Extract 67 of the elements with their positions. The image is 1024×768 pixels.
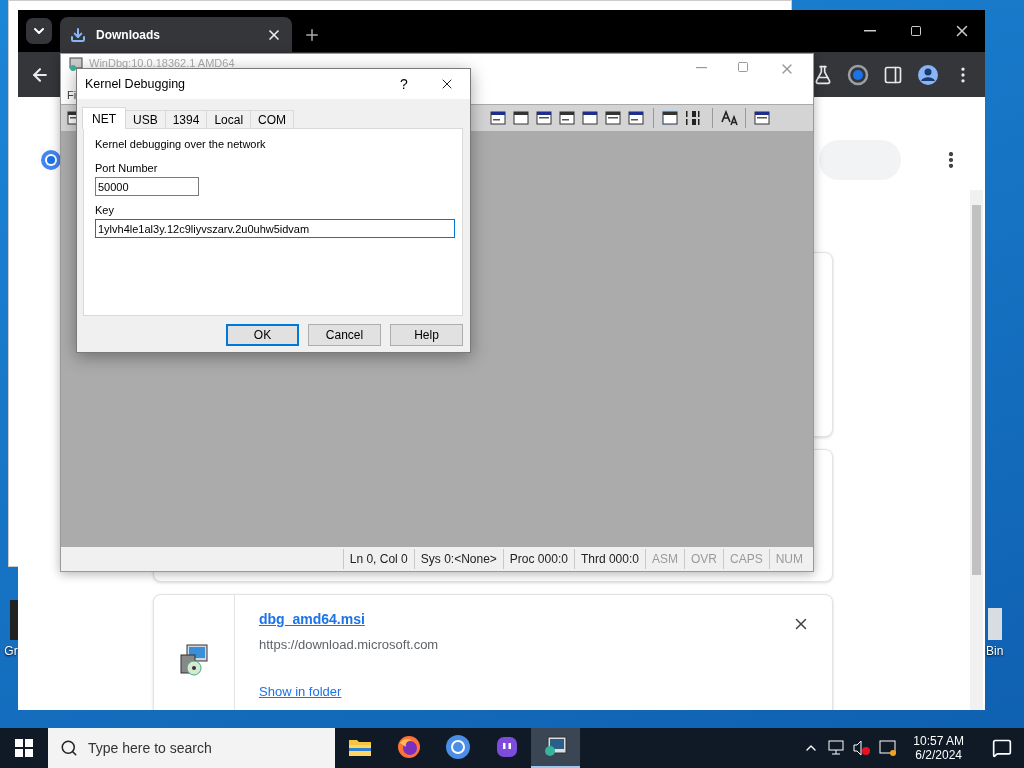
side-panel-icon[interactable] <box>883 64 903 85</box>
toolbar-icon[interactable] <box>536 110 552 126</box>
source-url: https://download.microsoft.com <box>259 637 439 652</box>
minimize-icon <box>864 30 876 32</box>
status-field: Ln 0, Col 0 <box>342 549 414 569</box>
input-field[interactable]: 1ylvh4le1al3y.12c9liyvszarv.2u0uhw5idvam <box>95 219 455 238</box>
toolbar-icon[interactable] <box>628 110 644 126</box>
maximize-icon <box>910 25 922 37</box>
tab-search-button[interactable] <box>26 18 52 44</box>
network-icon[interactable] <box>827 740 846 756</box>
scroll-thumb[interactable] <box>972 205 981 575</box>
browser-tab[interactable]: Downloads <box>60 17 292 52</box>
toolbar-icon[interactable] <box>513 110 529 126</box>
description: Kernel debugging over the network <box>95 138 267 150</box>
status-field: Thrd 000:0 <box>573 549 645 569</box>
font-size-icon[interactable] <box>721 110 739 126</box>
dialog-title: Kernel Debugging <box>85 77 187 91</box>
toolbar-icon[interactable] <box>582 110 598 126</box>
app-icon <box>69 57 83 71</box>
status-field: Sys 0:<None> <box>413 549 503 569</box>
help-button[interactable]: ? <box>384 76 424 92</box>
menu-item[interactable]: Fi <box>67 89 77 101</box>
desktop-icon-label[interactable]: Gr <box>4 644 18 658</box>
dialog-button[interactable]: Help <box>390 324 463 346</box>
toolbar-icon[interactable] <box>754 110 770 126</box>
field-label: Key <box>95 204 115 216</box>
browser-icon <box>444 734 471 760</box>
chat-icon <box>495 736 518 758</box>
maximize-icon[interactable] <box>737 61 749 73</box>
tab[interactable]: NET <box>82 107 126 129</box>
status-field: ASM <box>644 549 684 569</box>
taskbar-app[interactable] <box>531 728 580 768</box>
status-field: OVR <box>683 549 723 569</box>
firefox-icon <box>396 735 421 759</box>
folder-icon <box>347 737 372 757</box>
show-in-folder-link[interactable]: Show in folder <box>259 684 342 699</box>
search-field[interactable] <box>819 140 901 180</box>
installer-icon <box>177 643 211 677</box>
binary-icon[interactable] <box>685 110 703 126</box>
flask-icon[interactable] <box>813 64 833 85</box>
window-title: WinDbg:10.0.18362.1 AMD64 <box>89 57 235 69</box>
avatar-icon[interactable] <box>917 63 939 86</box>
download-icon <box>70 26 86 43</box>
tray-app-icon[interactable] <box>879 740 898 756</box>
search-icon <box>60 739 78 757</box>
file-link[interactable]: dbg_amd64.msi <box>259 611 365 627</box>
debugger-icon <box>543 736 568 758</box>
toolbar-icon[interactable] <box>559 110 575 126</box>
status-field: NUM <box>768 549 809 569</box>
dialog-button[interactable]: Cancel <box>308 324 381 346</box>
status-field: Proc 000:0 <box>502 549 574 569</box>
toolbar-icon[interactable] <box>605 110 621 126</box>
toolbar-icon[interactable] <box>662 110 678 126</box>
clock[interactable]: 10:57 AM 6/2/2024 <box>905 734 972 762</box>
status-field: CAPS <box>723 549 769 569</box>
input-field[interactable]: 50000 <box>95 177 199 196</box>
toolbar-icon[interactable] <box>490 110 506 126</box>
field-label: Port Number <box>95 162 159 174</box>
muted-speaker-icon[interactable] <box>853 740 872 756</box>
desktop-icon-label[interactable]: Bin <box>986 644 1004 658</box>
download-progress-icon[interactable] <box>847 63 869 86</box>
message-icon <box>992 738 1012 758</box>
tab[interactable]: COM <box>250 110 295 129</box>
scrollbar[interactable] <box>970 190 983 710</box>
dialog-button[interactable]: OK <box>226 324 299 346</box>
search-field[interactable]: Type here to search <box>48 728 335 768</box>
windows-logo-icon <box>15 739 33 757</box>
